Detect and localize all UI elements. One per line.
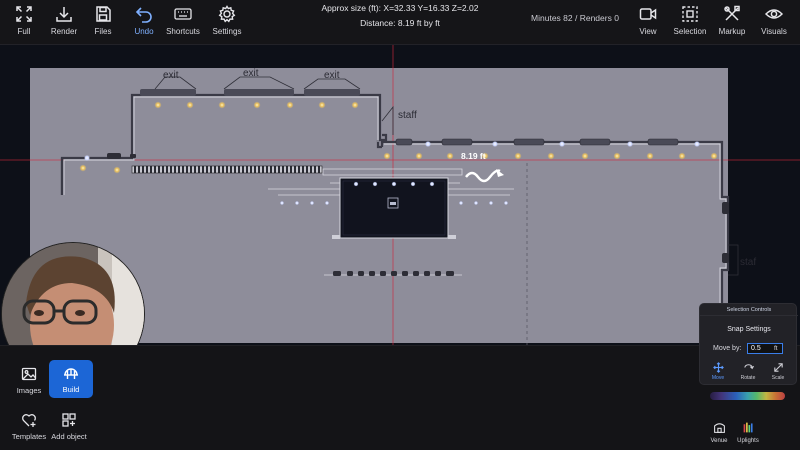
tools-icon bbox=[724, 5, 740, 21]
selection-button[interactable]: Selection bbox=[666, 5, 714, 43]
move-by-label: Move by: bbox=[713, 345, 742, 352]
full-label: Full bbox=[17, 27, 31, 36]
selection-label: Selection bbox=[673, 27, 707, 36]
staff-label-right: staf bbox=[740, 257, 756, 268]
shortcuts-button[interactable]: Shortcuts bbox=[159, 5, 207, 43]
uplights-icon bbox=[743, 422, 753, 432]
view-label: View bbox=[639, 27, 657, 36]
images-label: Images bbox=[16, 385, 42, 395]
visuals-button[interactable]: Visuals bbox=[750, 5, 798, 43]
approx-size-readout: Approx size (ft): X=32.33 Y=16.33 Z=2.02 bbox=[321, 3, 479, 13]
selection-controls-panel: Selection Controls Snap Settings Move by… bbox=[699, 303, 798, 385]
undo-icon bbox=[135, 7, 152, 23]
keyboard-icon bbox=[174, 8, 192, 20]
build-button[interactable]: Build bbox=[49, 360, 93, 398]
selection-icon bbox=[682, 6, 698, 22]
settings-button[interactable]: Settings bbox=[203, 5, 251, 43]
files-label: Files bbox=[94, 27, 112, 36]
uplights-button[interactable]: Uplights bbox=[729, 412, 767, 450]
move-label: Move bbox=[711, 375, 725, 381]
rotate-control[interactable]: Rotate bbox=[734, 362, 762, 384]
image-icon bbox=[21, 367, 37, 380]
bottom-panel: Images Build Templates Add object Venue … bbox=[0, 345, 800, 450]
build-label: Build bbox=[62, 384, 80, 394]
build-icon bbox=[64, 367, 78, 379]
exit-label-1: exit bbox=[163, 70, 179, 81]
rotate-label: Rotate bbox=[740, 375, 756, 381]
move-arrows-icon bbox=[712, 362, 724, 373]
distance-readout: Distance: 8.19 ft by ft bbox=[360, 18, 440, 28]
move-by-unit: ft bbox=[774, 345, 778, 352]
visuals-label: Visuals bbox=[761, 27, 787, 36]
exit-label-3: exit bbox=[324, 70, 340, 81]
save-icon bbox=[96, 6, 111, 22]
templates-button[interactable]: Templates bbox=[7, 406, 51, 446]
settings-label: Settings bbox=[212, 27, 242, 36]
markup-button[interactable]: Markup bbox=[708, 5, 756, 43]
rotate-icon bbox=[743, 364, 754, 370]
uplights-label: Uplights bbox=[737, 437, 759, 444]
scale-control[interactable]: Scale bbox=[764, 362, 792, 384]
images-button[interactable]: Images bbox=[7, 360, 51, 400]
snap-settings-title: Snap Settings bbox=[727, 326, 771, 333]
app-window: Full Render Files Undo Shortcuts Setting… bbox=[0, 0, 800, 450]
selection-controls-title: Selection Controls bbox=[700, 304, 798, 316]
venue-label: Venue bbox=[710, 437, 728, 444]
long-table-row[interactable] bbox=[131, 165, 323, 174]
add-object-label: Add object bbox=[51, 431, 87, 441]
top-toolbar: Full Render Files Undo Shortcuts Setting… bbox=[0, 0, 800, 45]
gear-icon bbox=[218, 5, 236, 23]
eye-icon bbox=[765, 9, 783, 19]
view-button[interactable]: View bbox=[624, 5, 672, 43]
move-control[interactable]: Move bbox=[704, 362, 732, 384]
add-object-button[interactable]: Add object bbox=[47, 406, 91, 446]
measurement-label: 8.19 ft bbox=[461, 151, 486, 161]
floorplan-canvas[interactable]: exit exit exit staff staf 8.19 ft bbox=[0, 45, 800, 385]
shortcuts-label: Shortcuts bbox=[166, 27, 200, 36]
video-camera-icon bbox=[639, 8, 657, 20]
staff-label: staff bbox=[398, 110, 417, 121]
download-icon bbox=[56, 7, 72, 22]
scale-icon bbox=[773, 363, 783, 372]
render-label: Render bbox=[50, 27, 78, 36]
add-grid-icon bbox=[62, 412, 76, 427]
markup-label: Markup bbox=[718, 27, 746, 36]
templates-label: Templates bbox=[11, 431, 47, 441]
undo-label: Undo bbox=[134, 27, 154, 36]
scale-label: Scale bbox=[771, 375, 785, 381]
fullscreen-icon bbox=[16, 6, 32, 22]
exit-label-2: exit bbox=[243, 68, 259, 79]
uplight-color-strip[interactable] bbox=[710, 392, 785, 400]
staff-door-right[interactable] bbox=[728, 244, 739, 276]
heart-plus-icon bbox=[22, 413, 36, 427]
venue-icon bbox=[713, 422, 725, 433]
